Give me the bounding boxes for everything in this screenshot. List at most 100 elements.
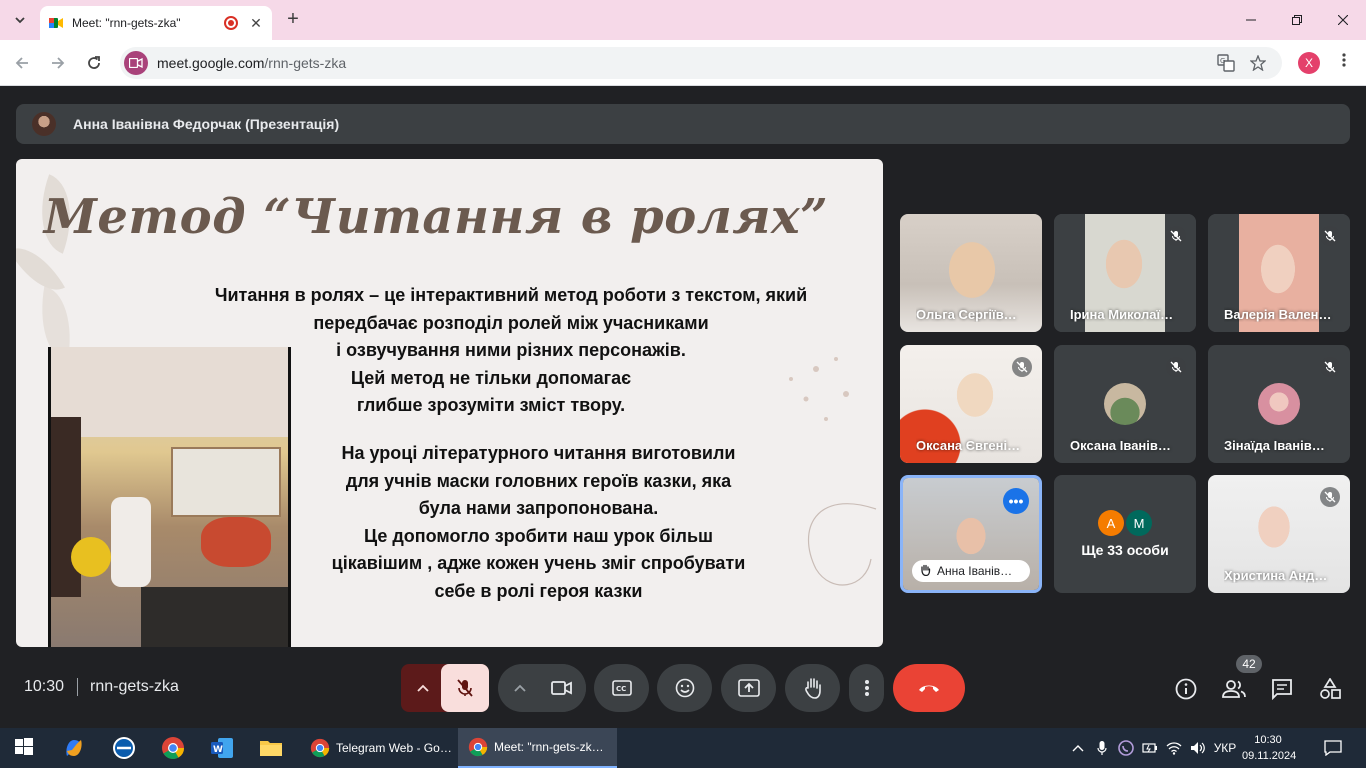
raise-hand-icon [804,678,821,699]
mic-off-icon [1320,487,1340,507]
tab-title: Meet: "rnn-gets-zka" [72,16,181,30]
word-icon[interactable]: W [210,736,234,760]
others-count-label: Ще 33 особи [1081,542,1169,558]
google-meet-favicon-icon [48,15,64,31]
meet-site-icon[interactable] [124,51,148,75]
raised-hand-icon [920,564,931,579]
chat-icon[interactable] [1270,677,1294,701]
participant-name: Оксана Іванів… [1070,438,1171,453]
participant-tile[interactable]: Ірина Миколаї… [1054,214,1196,332]
meeting-app-icon[interactable] [112,736,136,760]
taskbar-clock[interactable]: 10:30 09.11.2024 [1242,732,1296,764]
video-options-chevron-icon[interactable] [498,664,542,712]
language-indicator[interactable]: УКР [1212,728,1238,768]
restore-window-button[interactable] [1274,0,1320,40]
svg-text:CC: CC [616,685,626,693]
profile-avatar[interactable]: X [1298,52,1320,74]
leave-call-button[interactable] [893,664,965,712]
participant-tile[interactable]: Оксана Євгені… [900,345,1042,463]
end-call-icon [919,685,939,692]
decorative-swirl [807,503,877,586]
address-bar[interactable]: meet.google.com/rnn-gets-zka G [120,47,1282,79]
chrome-icon[interactable] [161,736,185,760]
taskbar-window-telegram[interactable]: Telegram Web - Go… [300,728,456,768]
viber-tray-icon[interactable] [1116,728,1136,768]
mic-off-icon [1166,357,1186,377]
presenter-label: Анна Іванівна Федорчак (Презентація) [73,116,340,132]
participant-tile[interactable]: Христина Анд… [1208,475,1350,593]
participant-name: Зінаїда Іванів… [1224,438,1325,453]
present-screen-icon [737,679,760,697]
windows-taskbar: W Telegram Web - Go… Meet: "rnn-gets-zk…… [0,728,1366,768]
volume-icon[interactable] [1188,728,1208,768]
participant-name-chip: Анна Іванів… [912,560,1030,582]
footer-divider [77,678,78,696]
wifi-icon[interactable] [1164,728,1184,768]
back-button[interactable] [10,51,34,75]
mic-off-icon [1320,226,1340,246]
slide-paragraph-2: На уроці літературного читання виготовил… [331,443,746,601]
chrome-icon [468,737,488,757]
participant-name: Валерія Вален… [1224,307,1332,322]
camera-control-group [498,664,586,712]
browser-menu-icon[interactable] [1336,52,1352,73]
url-text: meet.google.com/rnn-gets-zka [157,55,347,71]
copilot-icon[interactable] [62,736,86,760]
participant-tile[interactable]: Оксана Іванів… [1054,345,1196,463]
reload-button[interactable] [82,51,106,75]
participant-tile[interactable]: Зінаїда Іванів… [1208,345,1350,463]
emoji-reactions-button[interactable] [657,664,712,712]
show-hidden-icons-chevron-icon[interactable] [1068,728,1088,768]
browser-toolbar: meet.google.com/rnn-gets-zka G X [0,40,1366,86]
more-options-button[interactable] [849,664,884,712]
mic-off-icon [457,679,473,697]
bookmark-star-icon[interactable] [1246,51,1270,75]
mic-off-icon [1166,226,1186,246]
participant-tile[interactable]: Ольга Сергіїв… [900,214,1042,332]
audio-options-chevron-icon[interactable] [401,664,445,712]
svg-text:G: G [1220,57,1225,65]
meeting-code: rnn-gets-zka [90,678,179,695]
microphone-off-button[interactable] [441,664,489,712]
file-explorer-icon[interactable] [259,736,283,760]
tab-search-button[interactable] [8,8,32,32]
close-window-button[interactable] [1320,0,1366,40]
more-options-icon[interactable]: ••• [1003,488,1029,514]
meeting-details-icon[interactable] [1174,677,1198,701]
translate-icon[interactable]: G [1214,51,1238,75]
captions-button[interactable]: CC [594,664,649,712]
tab-close-button[interactable]: ✕ [248,15,264,32]
participant-avatar [1258,383,1300,425]
activities-icon[interactable] [1318,677,1342,701]
present-screen-button[interactable] [721,664,776,712]
forward-button[interactable] [46,51,70,75]
microphone-tray-icon[interactable] [1092,728,1112,768]
emoji-icon [675,678,694,698]
participant-name: Оксана Євгені… [916,438,1021,453]
more-vert-icon [864,680,869,696]
participants-count-badge: 42 [1236,655,1262,673]
meeting-time: 10:30 [24,678,65,695]
browser-tab-meet[interactable]: Meet: "rnn-gets-zka" ✕ [40,6,272,40]
slide-title: Метод “Читання в ролях” [43,189,829,245]
raise-hand-button[interactable] [785,664,840,712]
camera-button[interactable] [538,664,586,712]
others-tile[interactable]: А М Ще 33 особи [1054,475,1196,593]
participant-tile[interactable]: Валерія Вален… [1208,214,1350,332]
browser-tab-bar: Meet: "rnn-gets-zka" ✕ + [0,0,1366,40]
participant-name: Ольга Сергіїв… [916,307,1017,322]
participant-avatar: М [1126,510,1152,536]
participant-tile-self[interactable]: ••• Анна Іванів… [900,475,1042,593]
taskbar-window-meet[interactable]: Meet: "rnn-gets-zk… [458,728,617,768]
participant-name: Христина Анд… [1224,568,1328,583]
notifications-icon[interactable] [1320,728,1346,768]
presentation-slide[interactable]: Метод “Читання в ролях” Читання в ролях … [16,159,883,647]
people-icon[interactable] [1222,677,1246,701]
windows-start-icon[interactable] [13,736,37,760]
battery-icon[interactable] [1140,728,1160,768]
microphone-control-group [401,664,489,712]
chrome-icon [310,738,330,758]
minimize-window-button[interactable] [1228,0,1274,40]
new-tab-button[interactable]: + [282,8,304,30]
recording-indicator-icon [224,16,238,30]
